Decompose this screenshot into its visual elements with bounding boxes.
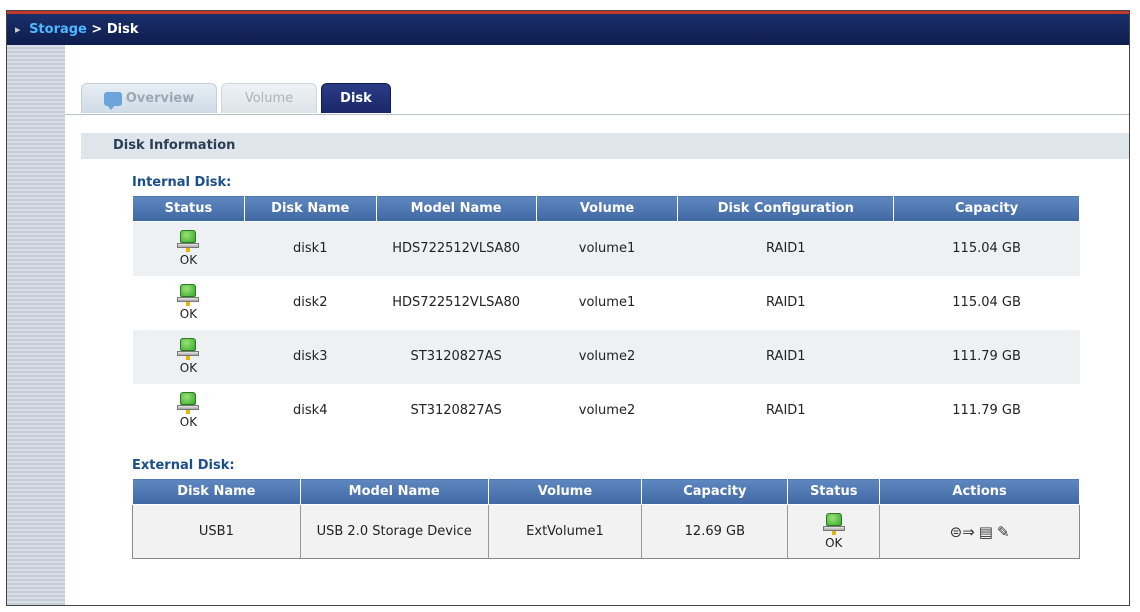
capacity-cell: 115.04 GB <box>893 275 1080 330</box>
internal-header-row: Status Disk Name Model Name Volume Disk … <box>132 195 1080 222</box>
format-brush-icon[interactable]: ✎ <box>997 523 1010 541</box>
disk-name-cell: disk3 <box>244 329 377 384</box>
status-text: OK <box>179 253 198 268</box>
col-capacity: Capacity <box>641 478 789 505</box>
external-disk-title: External Disk: <box>132 458 235 473</box>
volume-cell: volume2 <box>536 383 678 438</box>
table-row: OK disk2 HDS722512VLSA80 volume1 RAID1 1… <box>132 275 1080 330</box>
caption-strip <box>0 0 1140 10</box>
disk-ok-icon <box>177 230 200 253</box>
tab-disk-label: Disk <box>340 91 372 106</box>
status-cell: OK <box>132 221 245 276</box>
status-cell: OK <box>132 383 245 438</box>
eject-icon[interactable]: ⊜⇒ <box>950 523 975 541</box>
section-title: Disk Information <box>81 133 1129 159</box>
edit-list-icon[interactable]: ▤ <box>979 523 993 541</box>
model-name-cell: USB 2.0 Storage Device <box>300 504 489 559</box>
col-capacity: Capacity <box>893 195 1080 222</box>
breadcrumb-arrow-icon: ▸ <box>15 23 21 36</box>
capacity-cell: 12.69 GB <box>641 504 789 559</box>
breadcrumb-bar: ▸ Storage > Disk <box>7 11 1129 45</box>
volume-cell: ExtVolume1 <box>488 504 643 559</box>
breadcrumb-storage-link[interactable]: Storage <box>29 22 87 37</box>
tab-volume[interactable]: Volume <box>221 83 317 113</box>
model-name-cell: HDS722512VLSA80 <box>376 275 537 330</box>
col-disk-name: Disk Name <box>132 478 301 505</box>
capacity-cell: 115.04 GB <box>893 221 1080 276</box>
tab-volume-label: Volume <box>244 91 294 106</box>
col-disk-configuration: Disk Configuration <box>677 195 895 222</box>
breadcrumb-current: Disk <box>106 22 139 37</box>
col-volume: Volume <box>535 195 679 222</box>
config-cell: RAID1 <box>677 383 894 438</box>
disk-name-cell: disk2 <box>244 275 377 330</box>
internal-disk-table: Status Disk Name Model Name Volume Disk … <box>132 195 1080 438</box>
disk-ok-icon <box>822 513 845 535</box>
disk-ok-icon <box>177 392 200 414</box>
external-header-row: Disk Name Model Name Volume Capacity Sta… <box>132 478 1080 505</box>
tab-disk[interactable]: Disk <box>321 83 391 113</box>
tab-row: Overview Volume Disk <box>65 77 1129 115</box>
breadcrumb: ▸ Storage > Disk <box>15 22 139 37</box>
config-cell: RAID1 <box>677 221 894 276</box>
col-actions: Actions <box>879 478 1080 505</box>
status-cell: OK <box>132 329 245 384</box>
col-disk-name: Disk Name <box>243 195 377 222</box>
actions-cell: ⊜⇒ ▤ ✎ <box>879 504 1080 559</box>
table-row: OK disk3 ST3120827AS volume2 RAID1 111.7… <box>132 329 1080 384</box>
disk-name-cell: disk1 <box>244 221 377 276</box>
main-panel: Overview Volume Disk Disk Information In… <box>65 45 1129 605</box>
table-row: OK disk1 HDS722512VLSA80 volume1 RAID1 1… <box>132 221 1080 276</box>
status-text: OK <box>179 415 198 429</box>
config-cell: RAID1 <box>677 329 894 384</box>
disk-name-cell: USB1 <box>132 504 301 559</box>
left-sidebar-stripe <box>7 45 65 605</box>
speech-bubble-icon <box>103 91 122 110</box>
status-text: OK <box>825 536 843 550</box>
volume-cell: volume2 <box>536 329 678 384</box>
disk-name-cell: disk4 <box>244 383 377 438</box>
internal-disk-title: Internal Disk: <box>132 175 232 190</box>
app-frame: ▸ Storage > Disk Overview Volume Disk Di… <box>6 10 1130 606</box>
status-cell: OK <box>132 275 245 330</box>
disk-ok-icon <box>177 338 200 360</box>
col-volume: Volume <box>487 478 643 505</box>
volume-cell: volume1 <box>536 275 678 330</box>
status-text: OK <box>179 307 198 321</box>
table-row: OK disk4 ST3120827AS volume2 RAID1 111.7… <box>132 383 1080 438</box>
col-status: Status <box>787 478 881 505</box>
model-name-cell: HDS722512VLSA80 <box>376 221 537 276</box>
tab-overview[interactable]: Overview <box>81 83 217 113</box>
config-cell: RAID1 <box>677 275 894 330</box>
col-model-name: Model Name <box>299 478 489 505</box>
status-text: OK <box>179 361 198 375</box>
col-status: Status <box>132 195 245 222</box>
table-row: USB1 USB 2.0 Storage Device ExtVolume1 1… <box>132 504 1080 559</box>
external-disk-table: Disk Name Model Name Volume Capacity Sta… <box>132 478 1080 559</box>
tab-overview-label: Overview <box>125 91 195 106</box>
capacity-cell: 111.79 GB <box>893 329 1080 384</box>
model-name-cell: ST3120827AS <box>376 383 537 438</box>
disk-ok-icon <box>177 284 200 306</box>
capacity-cell: 111.79 GB <box>893 383 1080 438</box>
col-model-name: Model Name <box>375 195 537 222</box>
model-name-cell: ST3120827AS <box>376 329 537 384</box>
volume-cell: volume1 <box>536 221 678 276</box>
breadcrumb-separator: > <box>91 22 103 37</box>
status-cell: OK <box>787 504 881 559</box>
